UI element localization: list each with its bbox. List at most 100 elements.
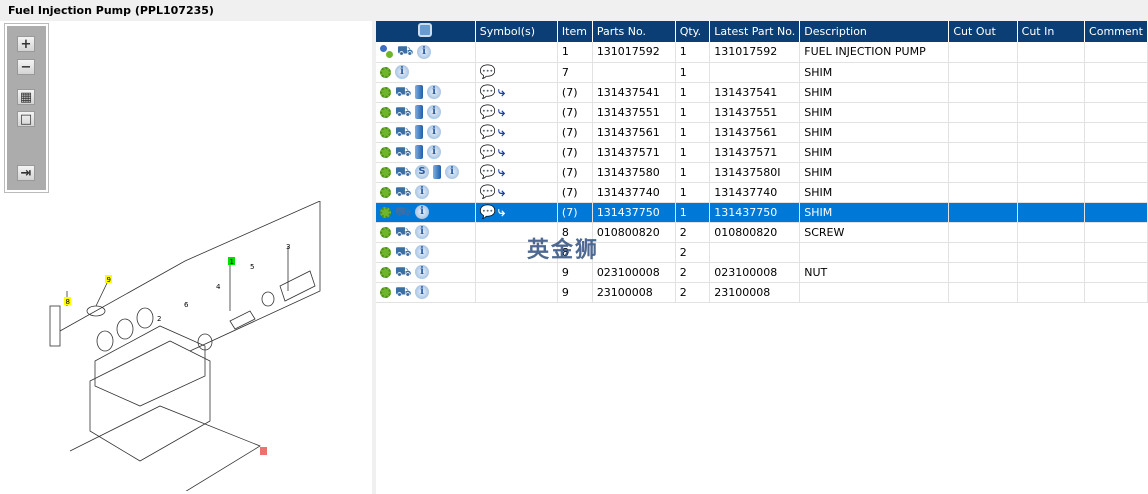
callout-marker[interactable]	[260, 447, 267, 455]
note-bubble-icon[interactable]: 💬	[480, 125, 496, 140]
cart-icon[interactable]: ⛟	[395, 266, 411, 279]
callout-6[interactable]: 6	[184, 301, 189, 309]
info-icon[interactable]: i	[415, 185, 429, 199]
column-qty[interactable]: Qty.	[675, 21, 711, 42]
info-icon[interactable]: i	[427, 125, 441, 139]
table-row[interactable]: i 💬 7 1 SHIM	[376, 62, 1148, 83]
gear-icon[interactable]	[380, 166, 391, 178]
note-bubble-icon[interactable]: 💬	[480, 65, 496, 80]
table-row[interactable]: ⛟ i 💬 ⤷ (7) 131437561 1 131437561 SHIM	[376, 122, 1148, 143]
note-bubble-icon[interactable]: 💬	[480, 205, 496, 220]
gear-icon[interactable]	[380, 246, 391, 258]
column-cut-in[interactable]: Cut In	[1017, 21, 1086, 42]
gear-icon[interactable]	[380, 186, 391, 198]
table-row[interactable]: ⛟ i 💬 ⤷ (7) 131437571 1 131437571 SHIM	[376, 142, 1148, 163]
gear-icon[interactable]	[380, 206, 391, 218]
service-icon[interactable]: S	[415, 165, 429, 179]
info-icon[interactable]: i	[417, 44, 431, 59]
gear-icon[interactable]	[380, 106, 391, 118]
callout-5[interactable]: 5	[250, 263, 254, 271]
cell-parts-no: 131437551	[592, 102, 676, 123]
callout-3[interactable]: 3	[286, 243, 290, 251]
note-bubble-icon[interactable]: 💬	[480, 185, 496, 200]
info-icon[interactable]: i	[415, 265, 429, 279]
zoom-in-button[interactable]: +	[17, 36, 35, 52]
table-row[interactable]: ⛟ i 8 2	[376, 242, 1148, 263]
note-bubble-icon[interactable]: 💬	[480, 105, 496, 120]
note-bubble-icon[interactable]: 💬	[480, 165, 496, 180]
table-row[interactable]: ⛟ Si 💬 ⤷ (7) 131437580 1 131437580I SHIM	[376, 162, 1148, 183]
manual-icon[interactable]	[415, 125, 423, 139]
callout-2[interactable]: 2	[157, 315, 161, 323]
column-parts-no[interactable]: Parts No.	[592, 21, 676, 42]
column-description[interactable]: Description	[799, 21, 950, 42]
info-icon[interactable]: i	[415, 285, 429, 299]
cart-icon[interactable]: ⛟	[395, 166, 411, 179]
info-icon[interactable]: i	[445, 165, 459, 179]
table-row[interactable]: ⛟ i 9 23100008 2 23100008	[376, 282, 1148, 303]
gears-icon[interactable]	[380, 45, 393, 59]
manual-icon[interactable]	[415, 85, 423, 99]
cart-icon[interactable]: ⛟	[395, 146, 411, 159]
info-icon[interactable]: i	[415, 245, 429, 259]
column-tools[interactable]	[376, 21, 476, 42]
cart-icon[interactable]: ⛟	[395, 206, 411, 219]
cart-icon[interactable]: ⛟	[395, 186, 411, 199]
table-row[interactable]: ⛟ i 1 131017592 1 131017592 FUEL INJECTION PUM…	[376, 42, 1148, 63]
fit-view-button[interactable]: ▦	[17, 89, 35, 105]
gear-icon[interactable]	[380, 286, 391, 298]
info-icon[interactable]: i	[415, 205, 429, 219]
cart-icon[interactable]: ⛟	[395, 226, 411, 239]
info-icon[interactable]: i	[427, 145, 441, 159]
gear-icon[interactable]	[380, 126, 391, 138]
cart-icon[interactable]: ⛟	[395, 106, 411, 119]
cart-icon[interactable]: ⛟	[395, 246, 411, 259]
table-row[interactable]: ⛟ i 💬 ⤷ (7) 131437750 1 131437750 SHIM	[376, 202, 1148, 223]
info-icon[interactable]: i	[427, 85, 441, 99]
callout-4[interactable]: 4	[216, 283, 221, 291]
table-row[interactable]: ⛟ i 9 023100008 2 023100008 NUT	[376, 262, 1148, 283]
replacement-arrow-icon[interactable]: ⤷	[498, 165, 505, 180]
table-row[interactable]: ⛟ i 💬 ⤷ (7) 131437541 1 131437541 SHIM	[376, 82, 1148, 103]
search-icon[interactable]	[418, 23, 433, 37]
replacement-arrow-icon[interactable]: ⤷	[498, 185, 505, 200]
manual-icon[interactable]	[415, 145, 423, 159]
info-icon[interactable]: i	[427, 105, 441, 119]
callout-1[interactable]: 1	[230, 258, 234, 266]
column-symbols[interactable]: Symbol(s)	[475, 21, 558, 42]
table-row[interactable]: ⛟ i 💬 ⤷ (7) 131437551 1 131437551 SHIM	[376, 102, 1148, 123]
zoom-out-button[interactable]: −	[17, 59, 35, 75]
callout-8[interactable]: 8	[66, 298, 70, 306]
note-bubble-icon[interactable]: 💬	[480, 85, 496, 100]
column-item[interactable]: Item	[557, 21, 593, 42]
replacement-arrow-icon[interactable]: ⤷	[498, 105, 505, 120]
column-comment[interactable]: Comment	[1084, 21, 1148, 42]
manual-icon[interactable]	[415, 105, 423, 119]
actual-size-button[interactable]: □	[17, 111, 35, 127]
gear-icon[interactable]	[380, 86, 391, 98]
table-row[interactable]: ⛟ i 💬 ⤷ (7) 131437740 1 131437740 SHIM	[376, 182, 1148, 203]
cell-item: (7)	[557, 142, 593, 163]
gear-icon[interactable]	[380, 226, 391, 238]
cart-icon[interactable]: ⛟	[395, 126, 411, 139]
gear-icon[interactable]	[380, 266, 391, 278]
cart-icon[interactable]: ⛟	[395, 286, 411, 299]
export-button[interactable]: ⇥	[17, 165, 35, 181]
column-latest-part-no[interactable]: Latest Part No.	[709, 21, 801, 42]
replacement-arrow-icon[interactable]: ⤷	[498, 125, 505, 140]
replacement-arrow-icon[interactable]: ⤷	[498, 85, 505, 100]
note-bubble-icon[interactable]: 💬	[480, 145, 496, 160]
table-row[interactable]: ⛟ i 8 010800820 2 010800820 SCREW	[376, 222, 1148, 243]
cart-icon[interactable]: ⛟	[397, 45, 413, 58]
info-icon[interactable]: i	[415, 225, 429, 239]
gear-icon[interactable]	[380, 66, 391, 78]
replacement-arrow-icon[interactable]: ⤷	[498, 145, 505, 160]
info-icon[interactable]: i	[395, 65, 409, 79]
manual-icon[interactable]	[433, 165, 441, 179]
pump-exploded-drawing[interactable]: 8 9 1 2 3 4 5 6	[30, 201, 330, 491]
column-cut-out[interactable]: Cut Out	[948, 21, 1018, 42]
cart-icon[interactable]: ⛟	[395, 86, 411, 99]
replacement-arrow-icon[interactable]: ⤷	[498, 205, 505, 220]
callout-9[interactable]: 9	[107, 276, 111, 284]
gear-icon[interactable]	[380, 146, 391, 158]
